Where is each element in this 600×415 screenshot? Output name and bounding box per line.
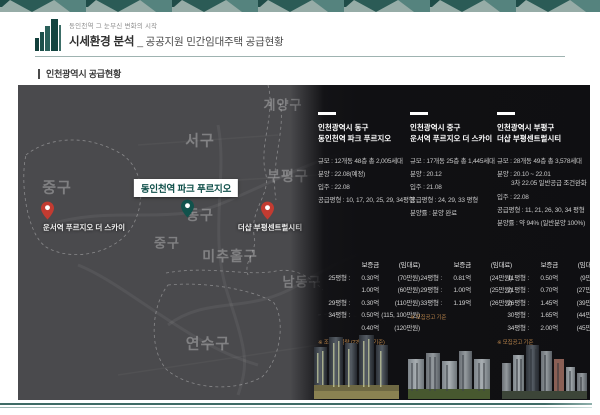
panel-detail-line: 분양률 : 분양 완료 [410, 207, 502, 220]
price-row-deposit: 1.45억 [531, 298, 558, 311]
footer-rule-bottom [0, 407, 592, 408]
price-row-rent: (9만원) [560, 273, 590, 286]
price-row-deposit: 0.50억 [352, 310, 379, 323]
deposit-header: 보증금 [531, 260, 558, 273]
price-row-size: 24평형 : [410, 273, 442, 286]
price-row-size: 21평형 : [497, 285, 529, 298]
price-row-size [318, 285, 350, 298]
footer-rule-top [0, 403, 592, 405]
district-label: 미추홀구 [202, 246, 258, 266]
price-row-rent: (27만원) [560, 285, 590, 298]
panel-detail-line: 분양 : 22.08(예정) [318, 168, 410, 181]
price-row-deposit: 1.65억 [531, 310, 558, 323]
price-row-deposit: 1.00억 [352, 285, 379, 298]
header-tagline: 동인천역 그 눈부신 변화의 시작 [69, 20, 284, 30]
price-row-size: 11평형 : [497, 273, 529, 286]
page-title: 시세환경 분석_ 공공지원 민간임대주택 공급현황 [69, 33, 284, 49]
price-row-rent: (39만원) [560, 298, 590, 311]
header-divider [35, 56, 565, 57]
map-pin-teal-icon [181, 199, 194, 223]
price-row-size: 25평형 : [318, 273, 350, 286]
district-label: 중구 [154, 233, 180, 252]
price-table-spacer [497, 260, 529, 273]
price-table-grid: 보증금(임대료)25평형 :0.30억(70만원)1.00억(60만원)29평형… [318, 260, 410, 335]
panel-detail-line: 규모 : 28개동 49층 총 3,578세대 [497, 155, 589, 168]
district-label: 연수구 [186, 333, 230, 354]
price-row-deposit: 0.81억 [444, 273, 471, 286]
panel-details: 규모 : 17개동 25층 총 1,445세대분양 : 20.12입주 : 21… [410, 155, 502, 220]
section-title-bar [38, 69, 40, 79]
section-title: 인천광역시 공급현황 [46, 67, 121, 80]
slide-canvas: { "top": { "tagline": "동인천역 그 눈부신 변화의 시작… [0, 0, 600, 415]
panel-detail-line: 공급평형 : 10, 17, 20, 25, 29, 34평형 [318, 194, 410, 207]
price-row-deposit: 0.30억 [352, 298, 379, 311]
price-row-size: 34평형 : [318, 310, 350, 323]
price-row-size: 29평형 : [318, 298, 350, 311]
company-logo-icon [35, 19, 61, 51]
price-row-deposit: 0.50억 [531, 273, 558, 286]
page-title-rest: _ 공공지원 민간임대주택 공급현황 [137, 36, 283, 48]
panel-dash-icon [410, 112, 428, 115]
panel-detail-line: 분양률 : 약 94% (일반분양 100%) [497, 217, 589, 230]
price-table: 보증금(임대료)24평형 :0.81억(24만원)29평형 :1.00억(25만… [410, 260, 502, 321]
panel-region: 인천광역시 부평구 [497, 122, 589, 133]
panel-region: 인천광역시 동구 [318, 122, 410, 133]
panel-detail-line: 공급평형 : 11, 21, 26, 30, 34 평형 [497, 204, 589, 217]
apartment-photos-strip [312, 333, 590, 399]
panel-dash-icon [318, 112, 336, 115]
price-row-deposit: 1.19억 [444, 298, 471, 311]
panel-detail-line: 공급평형 : 24, 29, 33 평형 [410, 194, 502, 207]
panel-complex-name: 동인천역 파크 푸르지오 [318, 133, 410, 144]
deposit-header: 보증금 [444, 260, 471, 273]
price-table-note: ※ 모집공고 기준 [410, 313, 502, 321]
price-row-size: 30평형 : [497, 310, 529, 323]
slide-header: 동인천역 그 눈부신 변화의 시작 시세환경 분석_ 공공지원 민간임대주택 공… [35, 17, 284, 55]
price-row-deposit: 1.00억 [444, 285, 471, 298]
price-table-spacer [318, 260, 350, 273]
price-table-spacer [410, 260, 442, 273]
panel-detail-line: 입주 : 22.08 [318, 181, 410, 194]
panel-detail-line: 입주 : 21.08 [410, 181, 502, 194]
district-label: 서구 [185, 130, 215, 151]
price-row-size: 26평형 : [497, 298, 529, 311]
price-row-deposit: 0.30억 [352, 273, 379, 286]
panel-details: 규모 : 12개동 48층 총 2,005세대분양 : 22.08(예정)입주 … [318, 155, 410, 207]
panel-dash-icon [497, 112, 515, 115]
panel-region: 인천광역시 중구 [410, 122, 502, 133]
price-row-deposit: 0.70억 [531, 285, 558, 298]
panel-complex-name: 더샵 부평센트럴시티 [497, 133, 589, 144]
price-table-grid: 보증금(임대료) 11평형 :0.50억(9만원) 21평형 :0.70억(27만원… [497, 260, 589, 335]
section-title-block: 인천광역시 공급현황 [38, 67, 121, 80]
price-row-rent: (44만원) [560, 310, 590, 323]
panel-detail-line: 규모 : 12개동 48층 총 2,005세대 [318, 155, 410, 168]
rent-header: (임대료) [560, 260, 590, 273]
panel-detail-line: 분양 : 20.12 [410, 168, 502, 181]
panel-complex-name: 운서역 푸르지오 더 스카이 [410, 133, 502, 144]
panel-detail-line: 입주 : 22.08 [497, 191, 589, 204]
marker-label-highlighted: 동인천역 파크 푸르지오 [134, 179, 238, 197]
district-label: 중구 [42, 177, 72, 198]
page-title-strong: 시세환경 분석 [69, 36, 134, 48]
panel-detail-line: 3차 22.05 일반공급 조건완화 [497, 179, 589, 189]
price-row-size: 29평형 : [410, 285, 442, 298]
top-decorative-banner [0, 0, 600, 12]
panel-detail-line: 규모 : 17개동 25층 총 1,445세대 [410, 155, 502, 168]
deposit-header: 보증금 [352, 260, 379, 273]
price-row-size: 33평형 : [410, 298, 442, 311]
marker-label: 운서역 푸르지오 더 스카이 [43, 222, 125, 233]
panel-details: 규모 : 28개동 49층 총 3,578세대분양 : 20.10 ~ 22.0… [497, 155, 589, 230]
incheon-map: 계양구서구중구부평구동구중구미추홀구남동구연수구 운서역 푸르지오 더 스카이동… [18, 85, 590, 400]
price-table-grid: 보증금(임대료)24평형 :0.81억(24만원)29평형 :1.00억(25만… [410, 260, 502, 310]
